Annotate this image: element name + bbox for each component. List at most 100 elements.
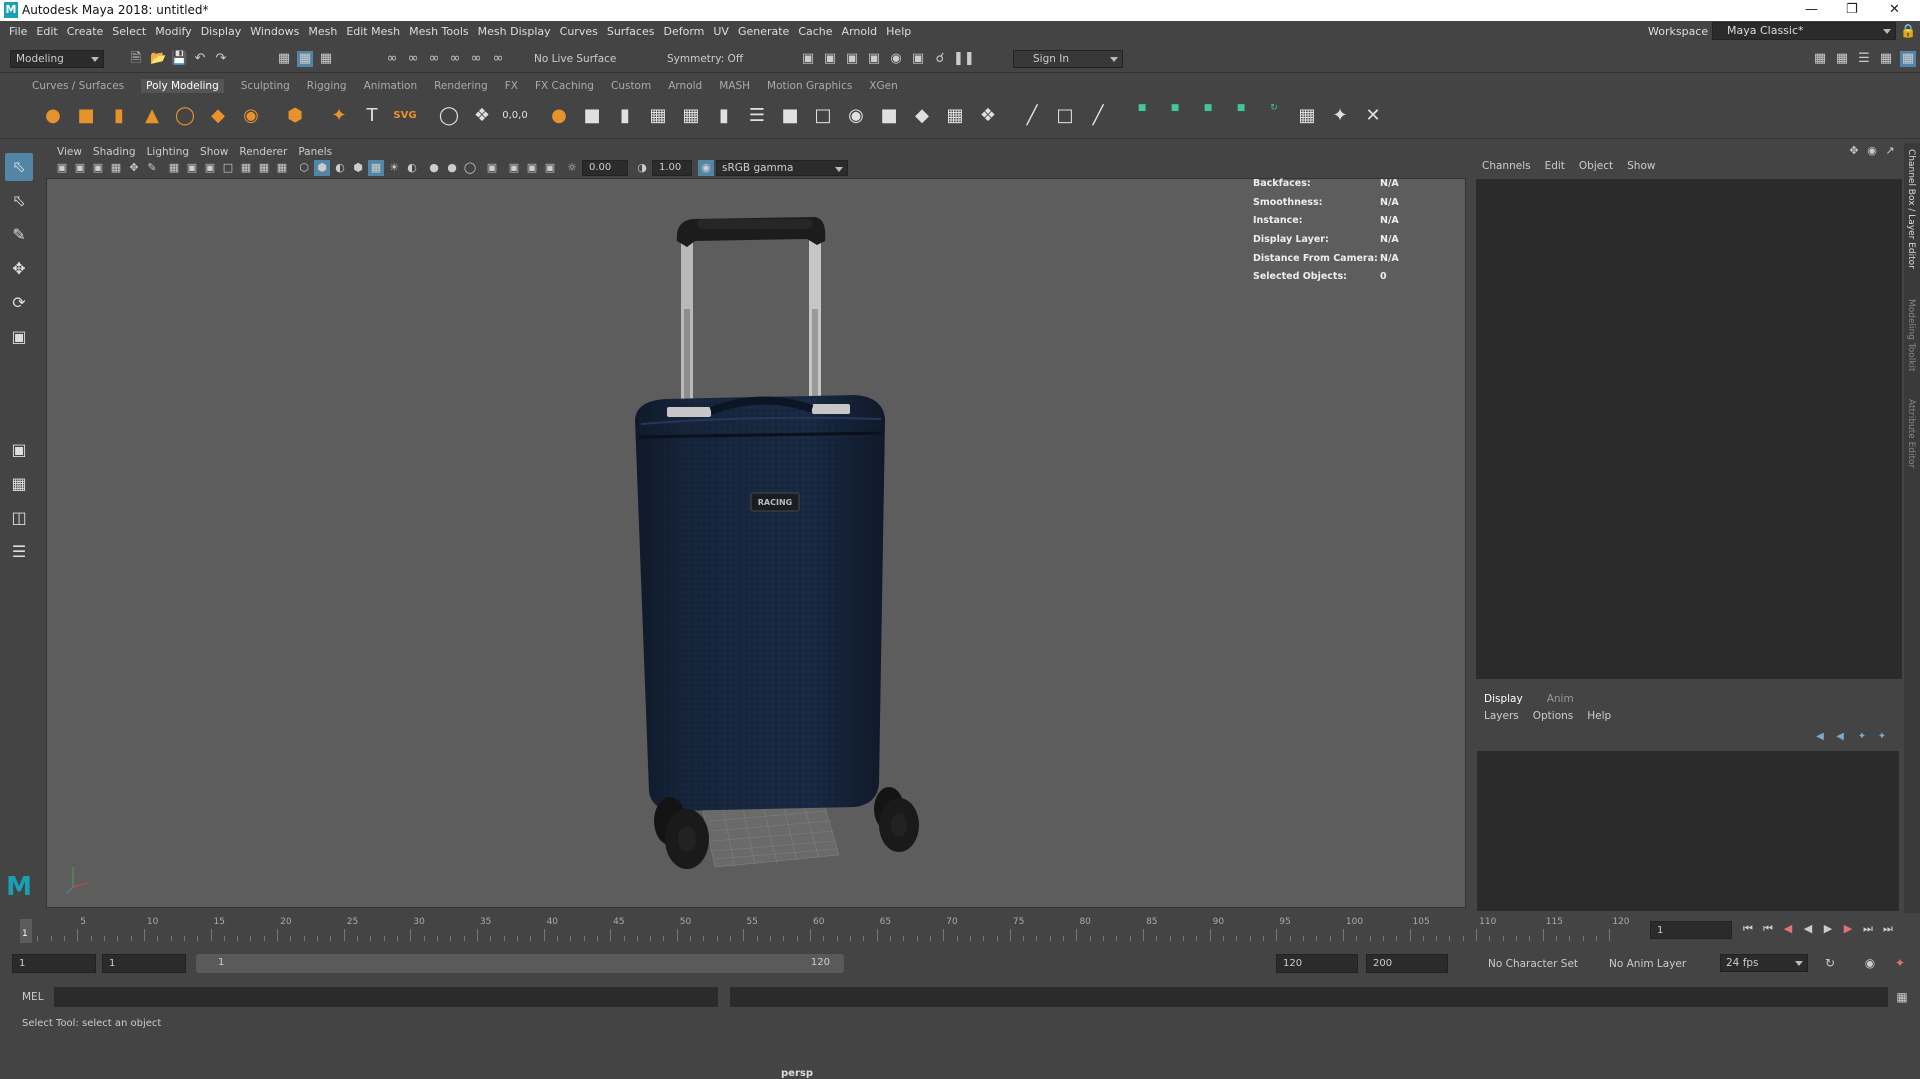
menu-edit-mesh[interactable]: Edit Mesh: [346, 25, 400, 38]
bookmarks-icon[interactable]: ▣: [90, 160, 106, 176]
menu-surfaces[interactable]: Surfaces: [607, 25, 655, 38]
viewport-menu-view[interactable]: View: [57, 146, 82, 158]
side-tab-channel-box[interactable]: Channel Box / Layer Editor: [1906, 149, 1916, 269]
transform-0-icon[interactable]: 0,0,0: [502, 103, 528, 129]
menu-select[interactable]: Select: [112, 25, 146, 38]
mirror-icon[interactable]: ▮: [612, 103, 638, 129]
current-frame-field[interactable]: 1: [1650, 921, 1732, 939]
planar-mapping-icon[interactable]: ■: [1129, 95, 1155, 121]
layer-menu-options[interactable]: Options: [1533, 710, 1574, 722]
default-material-icon[interactable]: ◐: [332, 160, 348, 176]
xray-icon[interactable]: ▣: [506, 160, 522, 176]
live-surface-label[interactable]: No Live Surface: [534, 53, 616, 65]
channel-box-area[interactable]: [1476, 179, 1902, 679]
go-to-start-icon[interactable]: ⏮: [1740, 921, 1756, 937]
menu-display[interactable]: Display: [201, 25, 242, 38]
playback-start-field[interactable]: 1: [102, 954, 186, 973]
append-polygon-icon[interactable]: ■: [777, 103, 803, 129]
motion-blur-icon[interactable]: ●: [444, 160, 460, 176]
toggle-outliner-icon[interactable]: ☰: [1856, 51, 1872, 67]
arnold-render-icon[interactable]: ☌: [932, 51, 948, 67]
command-language-label[interactable]: MEL: [22, 991, 44, 1003]
menu-edit[interactable]: Edit: [36, 25, 57, 38]
channel-box-menu-object[interactable]: Object: [1579, 160, 1613, 172]
save-scene-icon[interactable]: 💾: [171, 51, 187, 67]
menu-arnold[interactable]: Arnold: [842, 25, 878, 38]
view-transform-dropdown[interactable]: sRGB gamma: [716, 160, 848, 176]
poly-sphere-icon[interactable]: ●: [40, 103, 66, 129]
resolution-gate-icon[interactable]: ▣: [202, 160, 218, 176]
step-forward-key-icon[interactable]: ⏭: [1860, 921, 1876, 937]
boolean-icon[interactable]: ■: [876, 103, 902, 129]
text-tool-icon[interactable]: T: [359, 103, 385, 129]
snap-view-icon[interactable]: ∞: [447, 51, 463, 67]
poly-cone-icon[interactable]: ▲: [139, 103, 165, 129]
wireframe-on-shaded-icon[interactable]: ⬢: [350, 160, 366, 176]
menu-mesh-display[interactable]: Mesh Display: [478, 25, 551, 38]
bridge-icon[interactable]: ▮: [711, 103, 737, 129]
menu-cache[interactable]: Cache: [798, 25, 832, 38]
menu-help[interactable]: Help: [886, 25, 911, 38]
channel-box-menu-edit[interactable]: Edit: [1545, 160, 1565, 172]
use-all-lights-icon[interactable]: ☀: [386, 160, 402, 176]
layer-tab-display[interactable]: Display: [1484, 693, 1523, 705]
shelf-tab-curves-surfaces[interactable]: Curves / Surfaces: [32, 80, 124, 92]
snap-curve-icon[interactable]: ∞: [405, 51, 421, 67]
shelf-tab-motion-graphics[interactable]: Motion Graphics: [767, 80, 852, 92]
menu-create[interactable]: Create: [67, 25, 104, 38]
step-back-frame-icon[interactable]: ◀: [1780, 921, 1796, 937]
character-set-label[interactable]: No Character Set: [1488, 958, 1578, 970]
smooth-icon[interactable]: ▦: [645, 103, 671, 129]
shelf-tab-fx-caching[interactable]: FX Caching: [535, 80, 594, 92]
super-shape-icon[interactable]: ✦: [326, 103, 352, 129]
workspace-dropdown[interactable]: Maya Classic*: [1712, 22, 1896, 40]
menu-mesh-tools[interactable]: Mesh Tools: [409, 25, 469, 38]
go-to-end-icon[interactable]: ⏭: [1880, 921, 1896, 937]
extrude-icon[interactable]: ▦: [678, 103, 704, 129]
menu-uv[interactable]: UV: [713, 25, 729, 38]
select-object-icon[interactable]: ▦: [297, 51, 313, 67]
new-layer-selected-icon[interactable]: ✦: [1874, 729, 1890, 745]
channel-box-menu-show[interactable]: Show: [1627, 160, 1655, 172]
poly-torus-icon[interactable]: ◯: [172, 103, 198, 129]
minimize-icon[interactable]: —: [1805, 2, 1818, 17]
spherical-mapping-icon[interactable]: ■: [1195, 95, 1221, 121]
play-forward-icon[interactable]: ▶: [1820, 921, 1836, 937]
layer-menu-layers[interactable]: Layers: [1484, 710, 1519, 722]
auto-key-icon[interactable]: ◉: [1862, 955, 1878, 971]
anim-layer-label[interactable]: No Anim Layer: [1609, 958, 1686, 970]
anti-aliasing-icon[interactable]: ◯: [462, 160, 478, 176]
channel-box-menu-channels[interactable]: Channels: [1482, 160, 1531, 172]
snap-point-icon[interactable]: ∞: [426, 51, 442, 67]
shelf-tab-rigging[interactable]: Rigging: [307, 80, 347, 92]
command-input[interactable]: [54, 987, 718, 1007]
wireframe-icon[interactable]: ⬡: [296, 160, 312, 176]
sew-uv-icon[interactable]: ✕: [1360, 103, 1386, 129]
start-time-field[interactable]: 1: [12, 954, 96, 973]
bevel-icon[interactable]: ☰: [744, 103, 770, 129]
poly-cube-icon[interactable]: ■: [73, 103, 99, 129]
grid-toggle-icon[interactable]: ▦: [166, 160, 182, 176]
hypershade-icon[interactable]: ◉: [888, 51, 904, 67]
shelf-tab-mash[interactable]: MASH: [719, 80, 750, 92]
render-frame-icon[interactable]: ▣: [800, 51, 816, 67]
offset-edge-loop-icon[interactable]: ╱: [1085, 103, 1111, 129]
side-tab-attribute-editor[interactable]: Attribute Editor: [1906, 399, 1916, 468]
viewport-menu-shading[interactable]: Shading: [93, 146, 136, 158]
single-perspective-layout-icon[interactable]: ▣: [5, 436, 33, 464]
svg-tool-icon[interactable]: SVG: [392, 103, 418, 129]
fps-dropdown[interactable]: 24 fps: [1720, 954, 1808, 972]
lasso-tool-icon[interactable]: ⬁: [5, 187, 33, 215]
cut-uv-icon[interactable]: ✦: [1327, 103, 1353, 129]
safe-title-icon[interactable]: ▦: [274, 160, 290, 176]
menu-curves[interactable]: Curves: [560, 25, 598, 38]
shelf-tab-custom[interactable]: Custom: [611, 80, 651, 92]
shelf-tab-poly-modeling[interactable]: Poly Modeling: [141, 79, 224, 93]
playback-end-field[interactable]: 120: [1276, 954, 1358, 973]
make-hole-icon[interactable]: ◉: [843, 103, 869, 129]
time-slider[interactable]: 5 10 15 20 25 30 35 40 45 50 55 60 65 70 75 80 85 90 95 100…: [14, 913, 1652, 945]
outliner-layout-icon[interactable]: ☰: [5, 538, 33, 566]
range-slider-handle[interactable]: 1 120: [196, 954, 844, 973]
shelf-tab-arnold[interactable]: Arnold: [668, 80, 702, 92]
move-layer-down-icon[interactable]: ◀: [1832, 729, 1848, 745]
